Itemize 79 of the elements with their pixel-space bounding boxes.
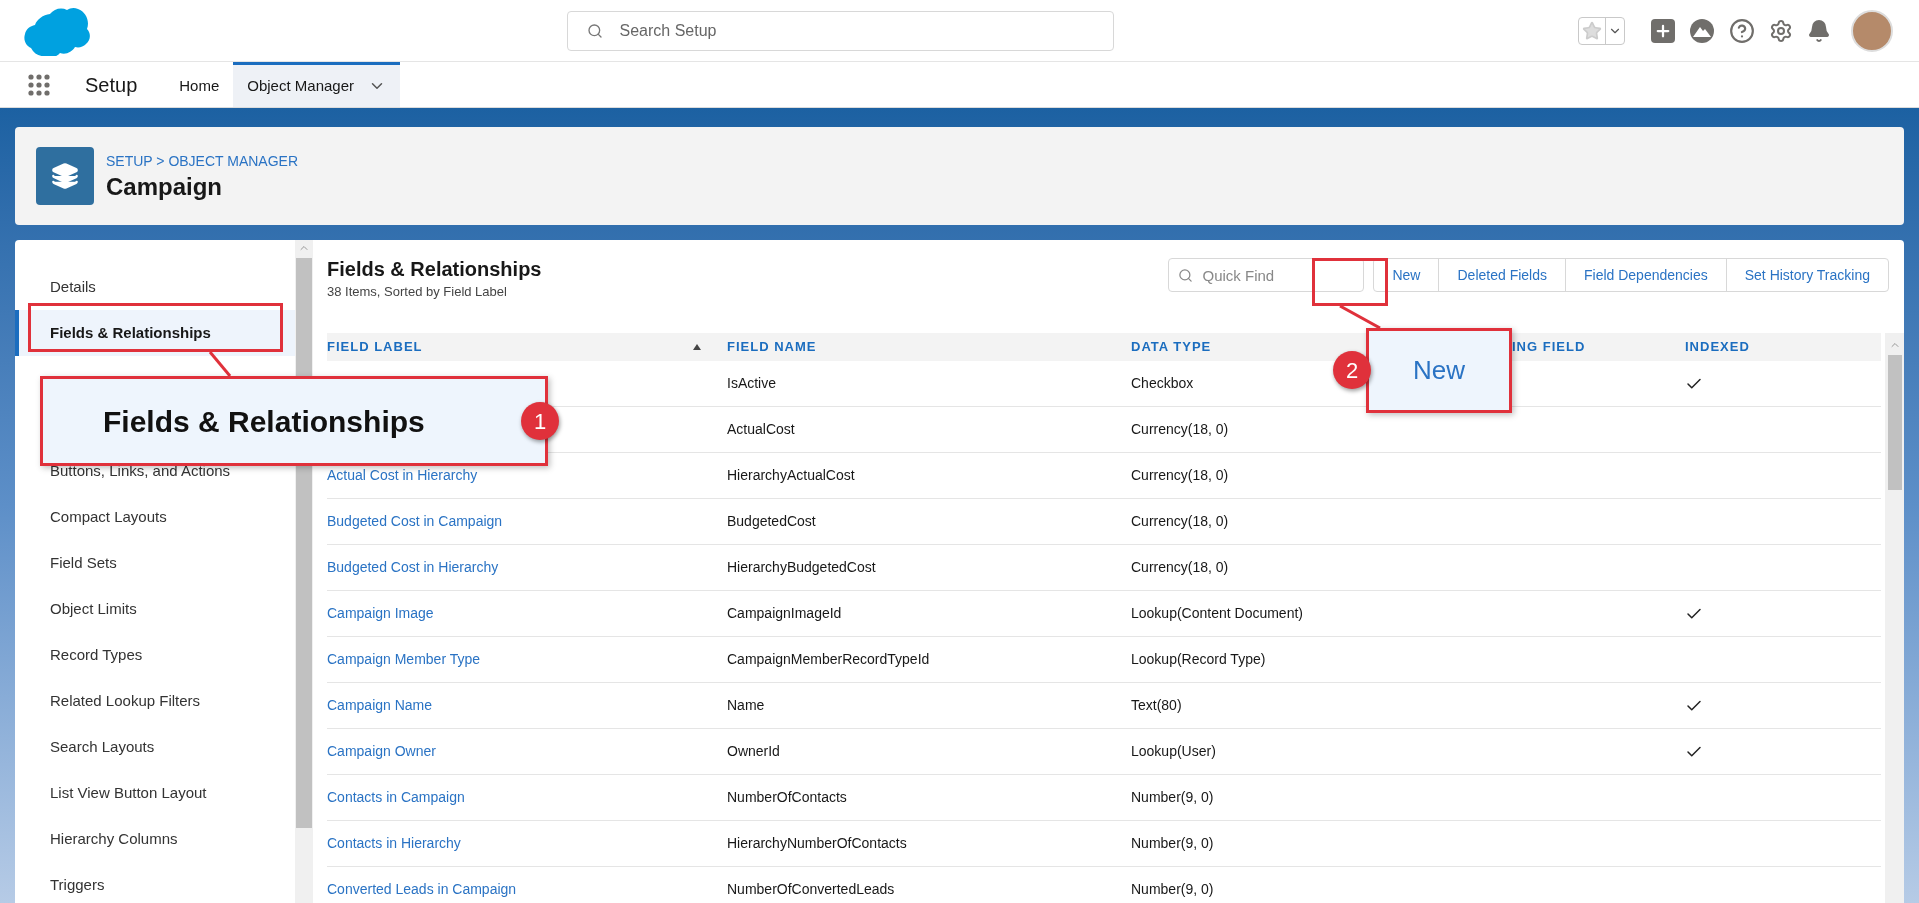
add-icon[interactable] <box>1651 18 1675 43</box>
field-label-link[interactable]: Actual Cost in Hierarchy <box>327 467 478 483</box>
settings-icon[interactable] <box>1769 18 1793 43</box>
toolbar-button[interactable]: Field Dependencies <box>1565 259 1726 291</box>
sidebar-item[interactable]: Compact Layouts <box>15 494 295 540</box>
field-label-link[interactable]: Contacts in Hierarchy <box>327 835 461 851</box>
table-cell: Number(9, 0) <box>1131 835 1214 851</box>
table-cell: Lookup(Content Document) <box>1131 605 1303 621</box>
star-icon <box>1582 20 1602 41</box>
toolbar-button[interactable]: New <box>1374 259 1439 291</box>
sidebar-item[interactable]: Related Lookup Filters <box>15 678 295 724</box>
sidebar-item[interactable]: Object Limits <box>15 586 295 632</box>
table-cell: CampaignImageId <box>727 605 842 621</box>
table-cell: Lookup(User) <box>1131 743 1216 759</box>
table-cell: Text(80) <box>1131 697 1182 713</box>
field-label-link[interactable]: Campaign Image <box>327 605 434 621</box>
field-label-link[interactable]: Campaign Owner <box>327 743 436 759</box>
mountain-icon[interactable] <box>1689 17 1715 44</box>
sidebar-item[interactable]: Field Sets <box>15 540 295 586</box>
column-header[interactable]: FIELD LABEL <box>327 337 423 357</box>
sidebar-item[interactable]: Details <box>15 264 295 310</box>
table-cell: HierarchyActualCost <box>727 467 855 483</box>
sort-ascending-icon[interactable] <box>693 344 701 350</box>
table-cell: Number(9, 0) <box>1131 881 1214 897</box>
table-cell: HierarchyNumberOfContacts <box>727 835 907 851</box>
avatar[interactable] <box>1851 9 1893 52</box>
sidebar-item[interactable]: Hierarchy Columns <box>15 816 295 862</box>
table-cell: CampaignMemberRecordTypeId <box>727 651 930 667</box>
column-header[interactable]: ING FIELD <box>1512 337 1586 357</box>
table-cell: NumberOfContacts <box>727 789 847 805</box>
nav-tab[interactable]: Home <box>165 62 234 107</box>
field-label-link[interactable]: Converted Leads in Campaign <box>327 881 517 897</box>
notifications-icon[interactable] <box>1807 18 1831 43</box>
sidebar-item[interactable]: Search Layouts <box>15 724 295 770</box>
quick-find-field[interactable]: Quick Find <box>1168 258 1365 292</box>
table-cell: Number(9, 0) <box>1131 789 1214 805</box>
section-title: Fields & Relationships <box>327 257 543 282</box>
column-header[interactable]: DATA TYPE <box>1131 337 1212 357</box>
help-icon[interactable] <box>1729 17 1755 44</box>
table-cell: HierarchyBudgetedCost <box>727 559 876 575</box>
app-name: Setup <box>85 72 138 98</box>
field-label-link[interactable]: Budgeted Cost in Campaign <box>327 513 503 529</box>
table-cell: Currency(18, 0) <box>1131 559 1229 575</box>
table-cell: Currency(18, 0) <box>1131 513 1229 529</box>
app-launcher-icon[interactable] <box>28 73 50 96</box>
leader-line <box>1338 306 1382 328</box>
table-cell: NumberOfConvertedLeads <box>727 881 895 897</box>
page-title: Campaign <box>106 171 223 202</box>
sidebar-item[interactable]: Fields & Relationships <box>15 310 295 356</box>
layers-icon <box>36 147 94 205</box>
callout-tooltip: New <box>1366 328 1512 413</box>
table-cell: BudgetedCost <box>727 513 816 529</box>
search-field[interactable]: Search Setup <box>566 10 1114 51</box>
field-label-link[interactable]: Campaign Member Type <box>327 651 481 667</box>
search-icon <box>1178 268 1194 283</box>
nav-tab[interactable]: Object Manager <box>233 62 400 107</box>
table-cell: Currency(18, 0) <box>1131 421 1229 437</box>
table-cell: ActualCost <box>727 421 795 437</box>
column-header[interactable]: INDEXED <box>1685 337 1750 357</box>
scrollbar-thumb[interactable] <box>1887 355 1902 490</box>
breadcrumb[interactable]: SETUP > OBJECT MANAGER <box>106 150 299 172</box>
table-cell: IsActive <box>727 375 776 391</box>
search-icon <box>586 22 603 39</box>
sidebar-item[interactable]: List View Button Layout <box>15 770 295 816</box>
table-cell: Currency(18, 0) <box>1131 467 1229 483</box>
table-cell: Checkbox <box>1131 375 1194 391</box>
field-label-link[interactable]: Campaign Name <box>327 697 433 713</box>
table-cell: OwnerId <box>727 743 780 759</box>
toolbar-button[interactable]: Deleted Fields <box>1438 259 1565 291</box>
field-label-link[interactable]: Budgeted Cost in Hierarchy <box>327 559 499 575</box>
field-label-link[interactable]: Contacts in Campaign <box>327 789 465 805</box>
column-header[interactable]: FIELD NAME <box>727 337 817 357</box>
section-subtitle: 38 Items, Sorted by Field Label <box>327 283 508 301</box>
table-cell: Lookup(Record Type) <box>1131 651 1266 667</box>
sidebar-item[interactable]: Record Types <box>15 632 295 678</box>
toolbar-button[interactable]: Set History Tracking <box>1725 259 1888 291</box>
sidebar-item[interactable]: Triggers <box>15 862 295 903</box>
scrollbar[interactable] <box>1885 333 1904 903</box>
table-cell: Name <box>727 697 765 713</box>
